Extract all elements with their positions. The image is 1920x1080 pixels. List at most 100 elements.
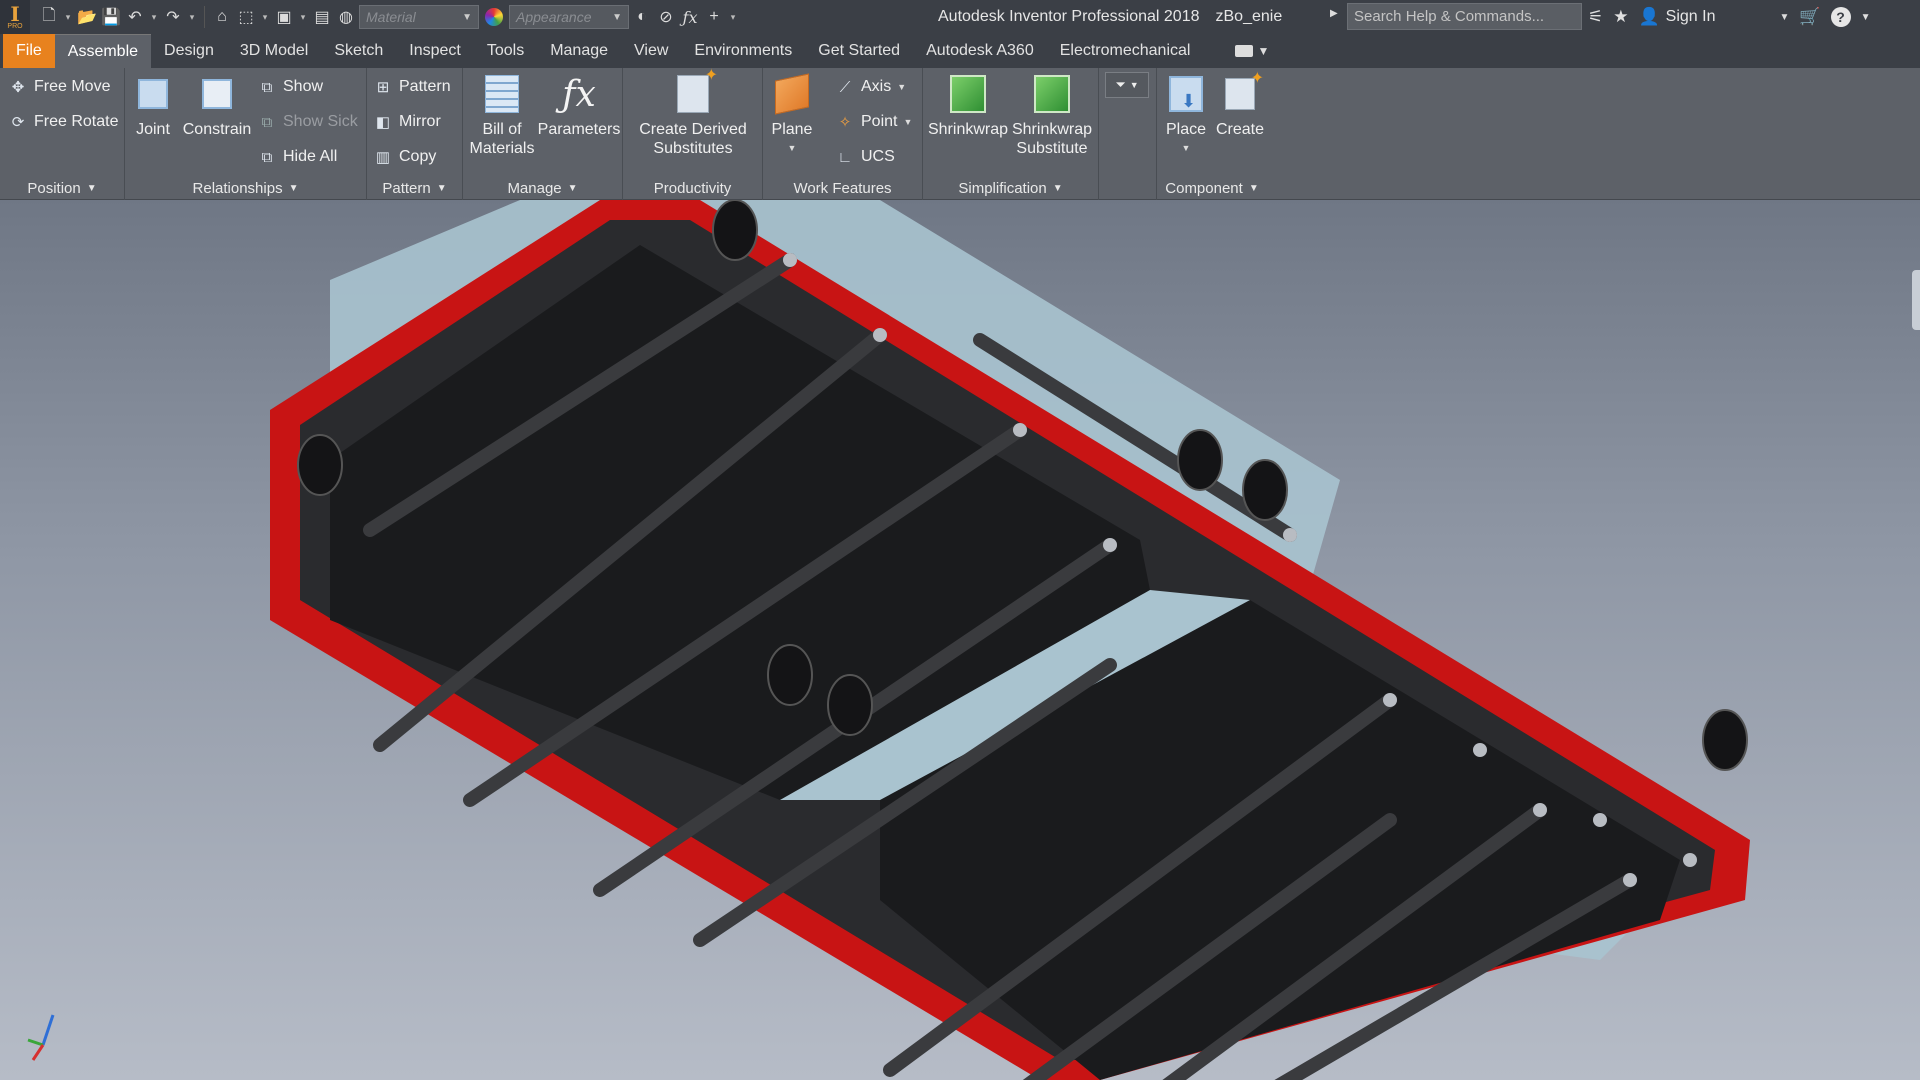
panel-label-component[interactable]: Component ▼ (1157, 176, 1267, 200)
panel-label-manage[interactable]: Manage ▼ (463, 176, 622, 200)
create-derived-substitutes-button[interactable]: Create Derived Substitutes (627, 66, 759, 158)
cart-icon[interactable]: 🛒 (1799, 7, 1820, 27)
place-button[interactable]: Place ▼ (1161, 70, 1211, 158)
panel-label-relationships[interactable]: Relationships ▼ (125, 176, 366, 200)
new-file-icon[interactable]: 🗋 (38, 4, 60, 30)
save-icon[interactable]: 💾 (100, 4, 122, 30)
help-icon[interactable]: ? (1830, 7, 1851, 27)
tab-electromechanical[interactable]: Electromechanical (1047, 34, 1204, 68)
panel-title: Productivity (653, 179, 732, 197)
tab-tools[interactable]: Tools (474, 34, 537, 68)
appearance-swatch-icon (485, 8, 503, 26)
window-title: Autodesk Inventor Professional 2018 zBo_… (938, 0, 1282, 34)
point-button[interactable]: ✧ Point ▼ (835, 108, 913, 136)
redo-dropdown-icon[interactable]: ▾ (186, 4, 198, 30)
chevron-down-icon: ▼ (567, 182, 578, 194)
panel-label-simplification[interactable]: Simplification ▼ (923, 176, 1098, 200)
communication-center-icon[interactable]: ⚟ (1588, 7, 1603, 27)
tab-view[interactable]: View (621, 34, 681, 68)
panel-label-productivity: Productivity (623, 176, 762, 200)
tab-manage[interactable]: Manage (537, 34, 621, 68)
productivity-label-line2: Substitutes (653, 140, 733, 157)
tab-inspect[interactable]: Inspect (396, 34, 474, 68)
tab-design[interactable]: Design (151, 34, 227, 68)
search-expand-icon[interactable]: ▶ (1330, 8, 1338, 19)
tab-autodesk-a360[interactable]: Autodesk A360 (913, 34, 1047, 68)
constrain-button[interactable]: Constrain (179, 70, 255, 139)
tab-environments[interactable]: Environments (681, 34, 805, 68)
panel-filter: ⏷ ▼ (1099, 68, 1157, 200)
free-rotate-button[interactable]: ⟳ Free Rotate (8, 108, 119, 136)
ucs-button[interactable]: ∟ UCS (835, 143, 895, 171)
panel-position: ✥ Free Move ⟳ Free Rotate Position ▼ (0, 68, 125, 200)
clear-appearance-icon[interactable]: ⊘ (655, 4, 677, 30)
ribbon-display-toggle[interactable]: ▼ (1235, 34, 1269, 68)
create-label: Create (1215, 121, 1265, 138)
sign-in-label: Sign In (1665, 8, 1716, 25)
update-dropdown-icon[interactable]: ▾ (297, 4, 309, 30)
selection-filter-button[interactable]: ⏷ ▼ (1105, 72, 1149, 98)
appearance-select-label: Appearance (516, 9, 592, 25)
fx-icon[interactable]: ƒx (679, 4, 701, 30)
tab-assemble[interactable]: Assemble (54, 34, 152, 68)
show-button[interactable]: ⧉ Show (257, 73, 323, 101)
sign-in-button[interactable]: 👤 Sign In ▼ (1639, 7, 1790, 27)
update-icon[interactable]: ▣ (273, 4, 295, 30)
customize-qat-icon[interactable]: ▾ (727, 4, 739, 30)
undo-dropdown-icon[interactable]: ▾ (148, 4, 160, 30)
panel-title: Component (1165, 179, 1243, 197)
viewcube-edge[interactable] (1912, 270, 1920, 330)
home-icon[interactable]: ⌂ (211, 4, 233, 30)
local-update-icon[interactable]: ▤ (311, 4, 333, 30)
shrinkwrap-substitute-line1: Shrinkwrap (1011, 121, 1093, 138)
bom-label-line1: Bill of (482, 121, 522, 138)
panel-label-pattern[interactable]: Pattern ▼ (367, 176, 462, 200)
derived-substitute-icon (671, 66, 718, 116)
open-folder-icon[interactable]: 📂 (76, 4, 98, 30)
select-dropdown-icon[interactable]: ▾ (259, 4, 271, 30)
parameters-button[interactable]: ƒx Parameters (537, 70, 621, 139)
shrinkwrap-button[interactable]: Shrinkwrap (928, 70, 1008, 139)
globe-icon[interactable]: ◍ (335, 4, 357, 30)
panel-title: Manage (507, 179, 562, 197)
coordinate-triad-icon (27, 1014, 55, 1061)
help-dropdown-icon[interactable]: ▼ (1861, 12, 1871, 23)
select-icon[interactable]: ⬚ (235, 4, 257, 30)
material-select[interactable]: Material ▼ (359, 5, 479, 29)
graphics-viewport[interactable] (0, 200, 1920, 1080)
chevron-down-icon: ▼ (787, 143, 797, 153)
free-move-button[interactable]: ✥ Free Move (8, 73, 111, 101)
mirror-button[interactable]: ◧ Mirror (373, 108, 441, 136)
hide-all-button[interactable]: ⧉ Hide All (257, 143, 338, 171)
add-icon[interactable]: + (703, 4, 725, 30)
chevron-down-icon: ▼ (903, 117, 913, 127)
tab-file[interactable]: File (3, 34, 55, 68)
tab-3d-model[interactable]: 3D Model (227, 34, 321, 68)
favorites-star-icon[interactable]: ★ (1613, 7, 1628, 27)
new-dropdown-icon[interactable]: ▾ (62, 4, 74, 30)
inventor-logo[interactable]: I PRO (0, 0, 30, 34)
show-sick-button[interactable]: ⧉ Show Sick (257, 108, 358, 136)
adjust-appearance-icon[interactable]: ◐ (631, 4, 653, 30)
copy-button[interactable]: ▥ Copy (373, 143, 436, 171)
pattern-button[interactable]: ⊞ Pattern (373, 73, 451, 101)
appearance-select[interactable]: Appearance ▼ (509, 5, 629, 29)
bill-of-materials-button[interactable]: Bill of Materials (467, 70, 537, 158)
point-icon: ✧ (838, 114, 852, 131)
axis-icon: ⟋ (839, 78, 851, 96)
tab-sketch[interactable]: Sketch (321, 34, 396, 68)
create-button[interactable]: Create (1215, 69, 1265, 139)
chevron-down-icon: ▼ (1248, 182, 1259, 194)
tab-get-started[interactable]: Get Started (805, 34, 913, 68)
joint-button[interactable]: Joint (131, 70, 175, 139)
panel-label-position[interactable]: Position ▼ (0, 176, 124, 200)
hide-all-label: Hide All (283, 148, 338, 165)
creeper-assembly-model[interactable] (0, 200, 1920, 1080)
redo-icon[interactable]: ↷ (162, 4, 184, 30)
shrinkwrap-substitute-button[interactable]: Shrinkwrap Substitute (1011, 70, 1093, 158)
search-input[interactable]: Search Help & Commands... (1347, 3, 1582, 30)
axis-button[interactable]: ⟋ Axis ▼ (835, 73, 906, 101)
plane-button[interactable]: Plane ▼ (767, 70, 817, 158)
undo-icon[interactable]: ↶ (124, 4, 146, 30)
caster-wheel (827, 674, 873, 736)
